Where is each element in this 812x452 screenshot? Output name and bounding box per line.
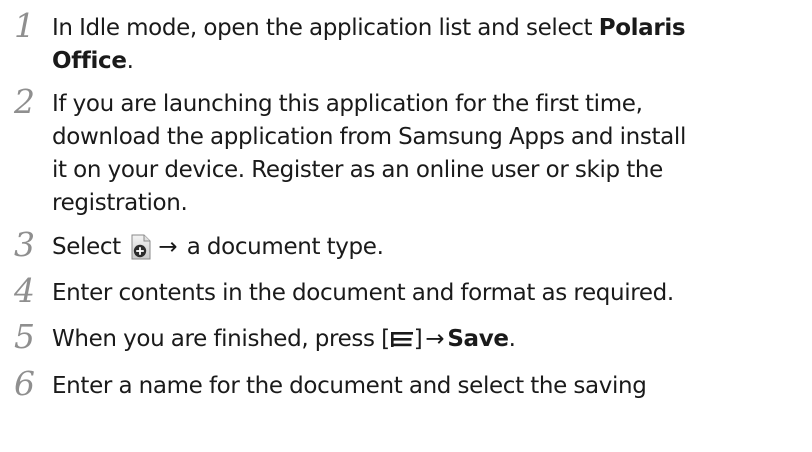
arrow-right-icon: → <box>158 234 178 260</box>
step-line: download the application from Samsung Ap… <box>52 124 686 150</box>
step-text: When you are finished, press [ ] → Save. <box>52 323 802 356</box>
step-line: it on your device. Register as an online… <box>52 157 663 183</box>
step-line: registration. <box>52 190 188 216</box>
step-number: 5 <box>14 317 35 356</box>
menu-option-polaris-office-continued: Office <box>52 48 127 74</box>
step-line: When you are finished, press [ ] → Save. <box>52 323 802 356</box>
menu-key-icon <box>390 332 413 347</box>
step-number: 6 <box>14 364 35 403</box>
menu-option-save: Save <box>447 326 509 352</box>
step-text-segment: . <box>508 326 516 352</box>
step-text: If you are launching this application fo… <box>52 88 802 220</box>
step-line: In Idle mode, open the application list … <box>52 12 802 45</box>
step-line: Enter a name for the document and select… <box>52 373 647 399</box>
step-text: Enter a name for the document and select… <box>52 370 802 403</box>
menu-option-polaris-office: Polaris <box>598 15 686 41</box>
step-text: In Idle mode, open the application list … <box>52 12 802 78</box>
step-line: Enter contents in the document and forma… <box>52 280 674 306</box>
step-line: Office. <box>52 45 802 78</box>
step-line: Select → a document type. <box>52 231 802 264</box>
step-number: 1 <box>14 6 35 45</box>
step-text-segment: . <box>126 48 134 74</box>
step-text: Enter contents in the document and forma… <box>52 277 802 310</box>
step-text-segment: Select <box>52 234 128 260</box>
step-text-segment: In Idle mode, open the application list … <box>52 15 599 41</box>
step-text-segment: When you are finished, press [ <box>52 326 390 352</box>
step-text-segment: a document type. <box>180 234 384 260</box>
step-text-segment: ] <box>413 326 423 352</box>
step-line: If you are launching this application fo… <box>52 91 643 117</box>
arrow-right-icon: → <box>425 326 445 352</box>
step-number: 3 <box>14 225 35 264</box>
new-document-icon <box>131 234 151 260</box>
step-text: Select → a document type. <box>52 231 802 264</box>
step-number: 2 <box>14 82 35 121</box>
step-number: 4 <box>14 271 35 310</box>
